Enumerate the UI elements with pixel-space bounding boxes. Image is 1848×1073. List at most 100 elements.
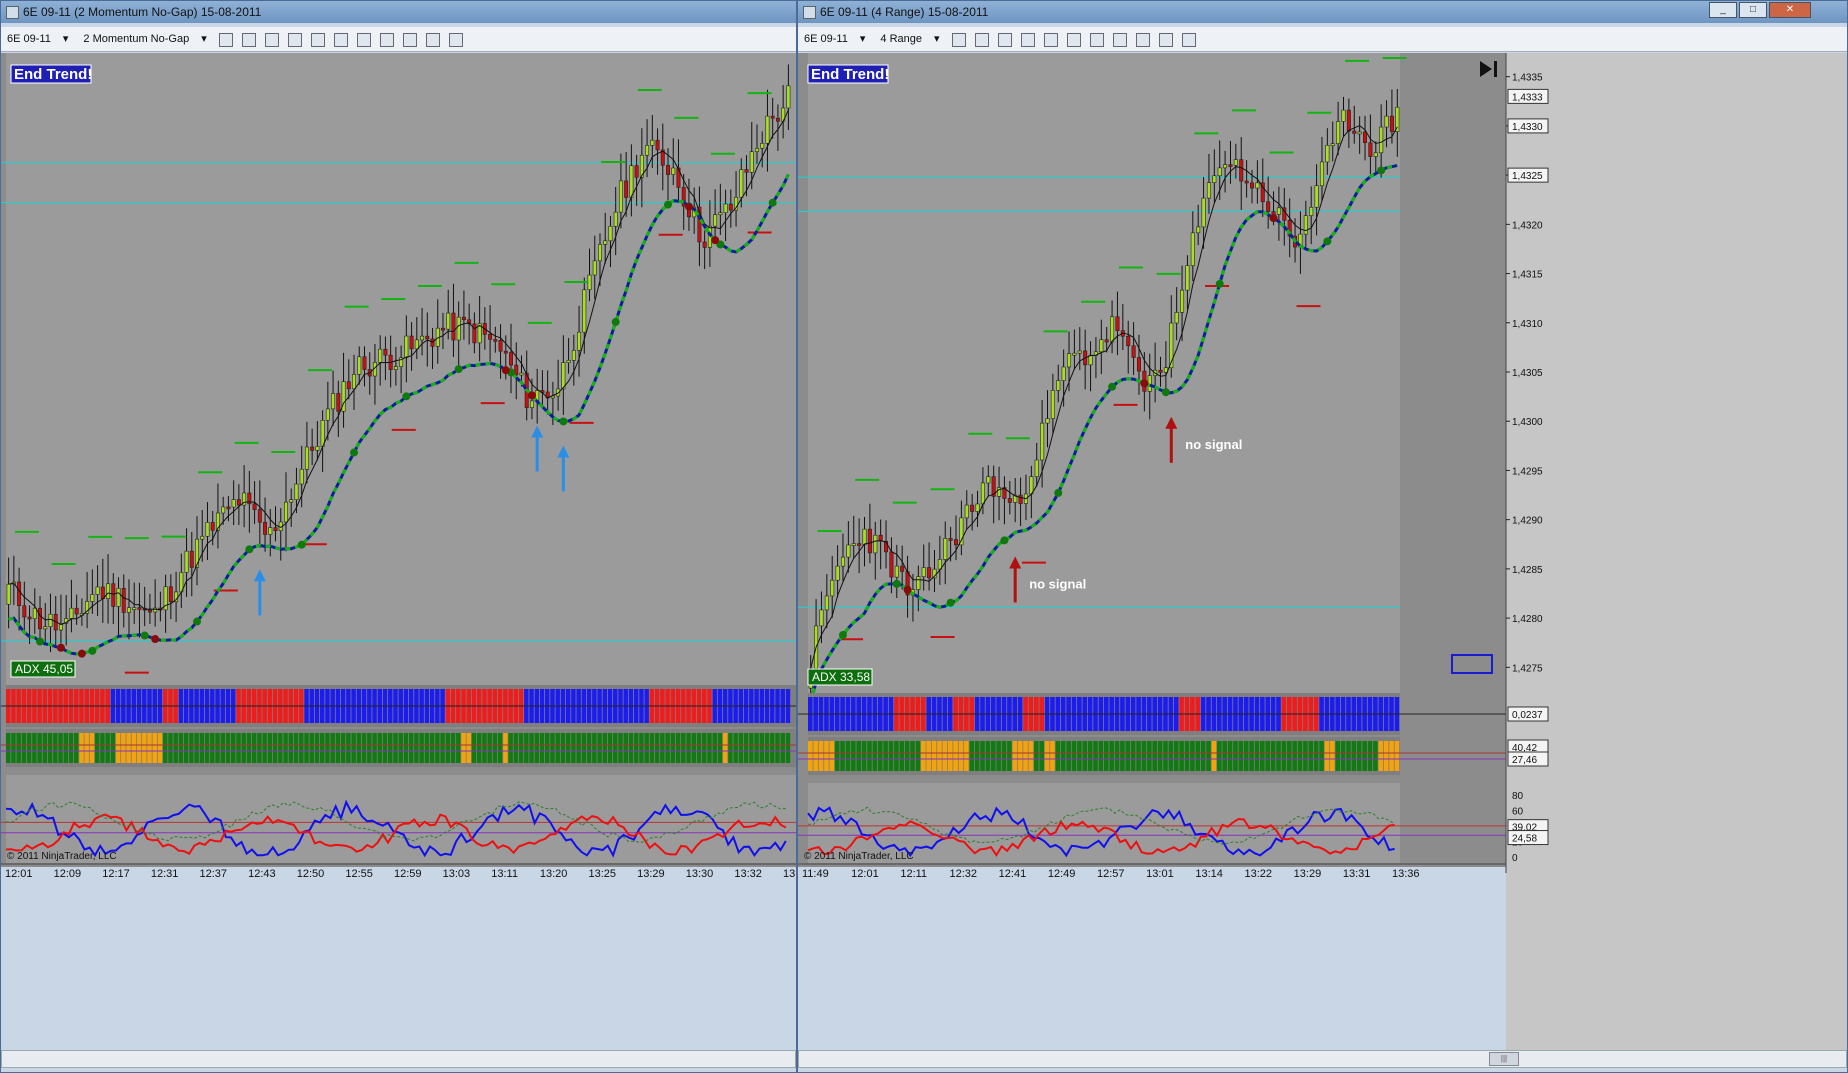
momentum-block [477, 733, 482, 763]
momentum-block [921, 741, 926, 771]
draw-pencil-icon[interactable] [974, 33, 989, 47]
momentum-block [450, 733, 456, 763]
data-box-icon[interactable] [1182, 33, 1197, 47]
end-trend-label: End Trend! [14, 66, 92, 83]
momentum-block [1098, 741, 1104, 771]
bar-type-icon[interactable] [951, 33, 966, 47]
copy-icon[interactable] [1159, 33, 1174, 47]
candle-up [195, 538, 199, 568]
time-tick-label: 12:11 [900, 868, 927, 880]
momentum-block [937, 741, 942, 771]
candle-up [352, 374, 356, 390]
candle-down [666, 164, 670, 175]
zoom-out-icon[interactable] [287, 33, 302, 47]
draw-pencil-icon[interactable] [241, 33, 256, 47]
momentum-block [408, 733, 414, 763]
candle-up [943, 538, 948, 560]
left-title-bar[interactable]: 6E 09-11 (2 Momentum No-Gap) 15-08-2011 [1, 1, 796, 23]
momentum-block [110, 733, 116, 763]
momentum-block [189, 733, 194, 763]
maximize-button[interactable]: □ [1739, 2, 1767, 18]
osc-tick-label: 80 [1512, 791, 1524, 802]
candle-up [1384, 115, 1389, 128]
momentum-block [267, 733, 273, 763]
indicators-icon[interactable] [357, 33, 372, 47]
momentum-block [1195, 741, 1201, 771]
candle-down [257, 509, 262, 523]
time-tick-label: 13:01 [1146, 868, 1174, 880]
momentum-block [990, 741, 996, 771]
trail-dot-red [1140, 379, 1149, 388]
momentum-block [1260, 741, 1265, 771]
momentum-block [1211, 741, 1217, 771]
strategies-icon[interactable] [1113, 33, 1128, 47]
momentum-block [142, 733, 147, 763]
momentum-block [356, 733, 362, 763]
crosshair-icon[interactable] [1043, 33, 1058, 47]
momentum-block [1351, 741, 1357, 771]
search-icon[interactable] [1066, 33, 1081, 47]
candle-up [1061, 366, 1066, 381]
candle-up [629, 165, 634, 198]
momentum-block [607, 733, 613, 763]
candle-up [862, 528, 867, 545]
trail-dot-red [151, 635, 160, 644]
candle-up [325, 408, 330, 421]
zoom-out-icon[interactable] [1020, 33, 1035, 47]
strategies-icon[interactable] [380, 33, 395, 47]
crosshair-icon[interactable] [311, 33, 326, 47]
momentum-block [1340, 741, 1346, 771]
left-price-chart: End Trend! ADX 45,05 © 2011 NinjaTrader, L… [1, 53, 796, 880]
momentum-block [1012, 741, 1018, 771]
candle-up [1217, 167, 1222, 177]
candle-down [226, 506, 231, 510]
momentum-block [654, 733, 660, 763]
candle-up [1319, 161, 1324, 187]
momentum-block [131, 733, 137, 763]
candle-up [420, 335, 425, 341]
candle-up [1309, 206, 1314, 216]
momentum-block [262, 733, 267, 763]
momentum-block [675, 733, 681, 763]
zoom-in-icon[interactable] [997, 33, 1012, 47]
candle-down [953, 539, 959, 546]
bar-type-icon[interactable] [218, 33, 233, 47]
copy-icon[interactable] [426, 33, 441, 47]
momentum-block [121, 733, 126, 763]
momentum-block [466, 733, 471, 763]
left-period-select[interactable]: 2 Momentum No-Gap [77, 27, 195, 51]
candle-up [916, 576, 921, 590]
properties-icon[interactable] [403, 33, 418, 47]
candle-up [571, 350, 576, 361]
zoom-in-icon[interactable] [264, 33, 279, 47]
momentum-block [712, 733, 717, 763]
candle-up [357, 356, 362, 375]
right-period-select[interactable]: 4 Range [874, 27, 928, 51]
indicators-icon[interactable] [1089, 33, 1104, 47]
candle-up [840, 556, 846, 567]
trail-dot [350, 448, 359, 457]
momentum-block [372, 733, 377, 763]
momentum-block [1130, 741, 1136, 771]
candle-up [529, 400, 534, 408]
data-box-icon[interactable] [449, 33, 464, 47]
trail-dot [36, 637, 45, 646]
momentum-block [818, 741, 824, 771]
left-instrument-select[interactable]: 6E 09-11 [1, 27, 57, 51]
momentum-block [1023, 741, 1028, 771]
right-title-bar[interactable]: 6E 09-11 (4 Range) 15-08-2011 _ □ ✕ [798, 1, 1847, 23]
properties-icon[interactable] [1136, 33, 1151, 47]
scroll-thumb[interactable]: ||| [1489, 1052, 1519, 1066]
right-horizontal-scrollbar[interactable]: ||| [798, 1050, 1847, 1068]
momentum-block [686, 733, 691, 763]
search-icon[interactable] [334, 33, 349, 47]
momentum-block [429, 733, 435, 763]
left-horizontal-scrollbar[interactable] [1, 1050, 796, 1068]
momentum-block [639, 733, 644, 763]
momentum-block [628, 733, 634, 763]
trail-dot [297, 540, 306, 549]
minimize-button[interactable]: _ [1709, 2, 1737, 18]
momentum-block [1249, 741, 1254, 771]
close-button[interactable]: ✕ [1769, 2, 1811, 18]
right-instrument-select[interactable]: 6E 09-11 [798, 27, 854, 51]
